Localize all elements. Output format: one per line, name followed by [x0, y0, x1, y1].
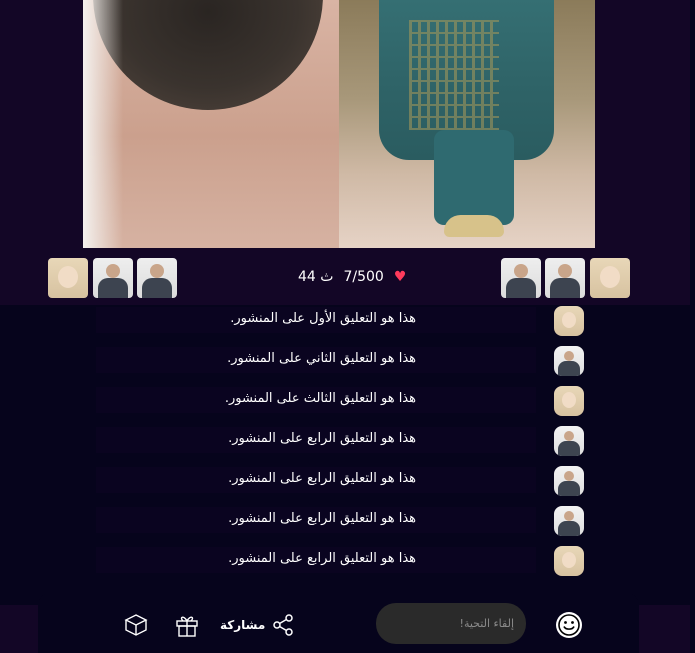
comment-avatar[interactable] — [554, 386, 584, 416]
heart-icon[interactable]: ♥ — [394, 270, 407, 284]
avatar-suit-4[interactable] — [545, 258, 585, 298]
comment-item: هذا هو التعليق الأول على المنشور. — [96, 305, 586, 337]
dress-pattern — [409, 20, 499, 130]
comment-text: هذا هو التعليق الأول على المنشور. — [230, 311, 416, 326]
comment-text: هذا هو التعليق الثالث على المنشور. — [224, 391, 416, 406]
greeting-input-wrap — [376, 603, 526, 644]
beard-shape — [93, 0, 323, 110]
comment-text: هذا هو التعليق الرابع على المنشور. — [228, 471, 416, 486]
comment-avatar[interactable] — [554, 306, 584, 336]
avatar-baby-2[interactable] — [590, 258, 630, 298]
share-icon — [273, 614, 294, 636]
share-button[interactable]: مشاركة — [220, 610, 295, 640]
app-frame: ث 44 7/500 ♥ هذا هو التعليق الأول على ال… — [0, 0, 695, 653]
comment-text: هذا هو التعليق الرابع على المنشور. — [228, 511, 416, 526]
box-icon — [124, 614, 148, 636]
beard-photo — [83, 0, 339, 248]
comment-avatar[interactable] — [554, 546, 584, 576]
post-stats: ث 44 7/500 ♥ — [298, 266, 406, 288]
smile-icon — [558, 614, 580, 636]
post-media[interactable] — [83, 0, 595, 248]
comment-avatar[interactable] — [554, 506, 584, 536]
comment-item: هذا هو التعليق الرابع على المنشور. — [96, 545, 586, 577]
comments-count: ث 44 — [298, 269, 334, 285]
likes-count: 7/500 — [343, 269, 384, 285]
emoji-button[interactable] — [556, 612, 582, 638]
greeting-input[interactable] — [376, 603, 526, 644]
comment-avatar[interactable] — [554, 466, 584, 496]
share-label: مشاركة — [220, 618, 266, 632]
comment-item: هذا هو التعليق الرابع على المنشور. — [96, 425, 586, 457]
comment-item: هذا هو التعليق الرابع على المنشور. — [96, 505, 586, 537]
comment-text: هذا هو التعليق الثاني على المنشور. — [227, 351, 416, 366]
avatar-baby-1[interactable] — [48, 258, 88, 298]
comment-text: هذا هو التعليق الرابع على المنشور. — [228, 551, 416, 566]
avatar-suit-3[interactable] — [501, 258, 541, 298]
comment-avatar[interactable] — [554, 426, 584, 456]
dress-photo — [339, 0, 595, 248]
shirt-edge — [83, 0, 123, 248]
gift-button[interactable] — [174, 610, 200, 640]
box-button[interactable] — [122, 610, 150, 640]
comment-item: هذا هو التعليق الثالث على المنشور. — [96, 385, 586, 417]
comment-text: هذا هو التعليق الرابع على المنشور. — [228, 431, 416, 446]
gift-icon — [176, 616, 198, 637]
pants-shape — [434, 130, 514, 225]
comment-item: هذا هو التعليق الثاني على المنشور. — [96, 345, 586, 377]
avatar-suit-2[interactable] — [137, 258, 177, 298]
comment-item: هذا هو التعليق الرابع على المنشور. — [96, 465, 586, 497]
comment-avatar[interactable] — [554, 346, 584, 376]
shoe-shape — [444, 215, 504, 237]
comments-list: هذا هو التعليق الأول على المنشور. هذا هو… — [96, 305, 586, 605]
avatar-suit-1[interactable] — [93, 258, 133, 298]
